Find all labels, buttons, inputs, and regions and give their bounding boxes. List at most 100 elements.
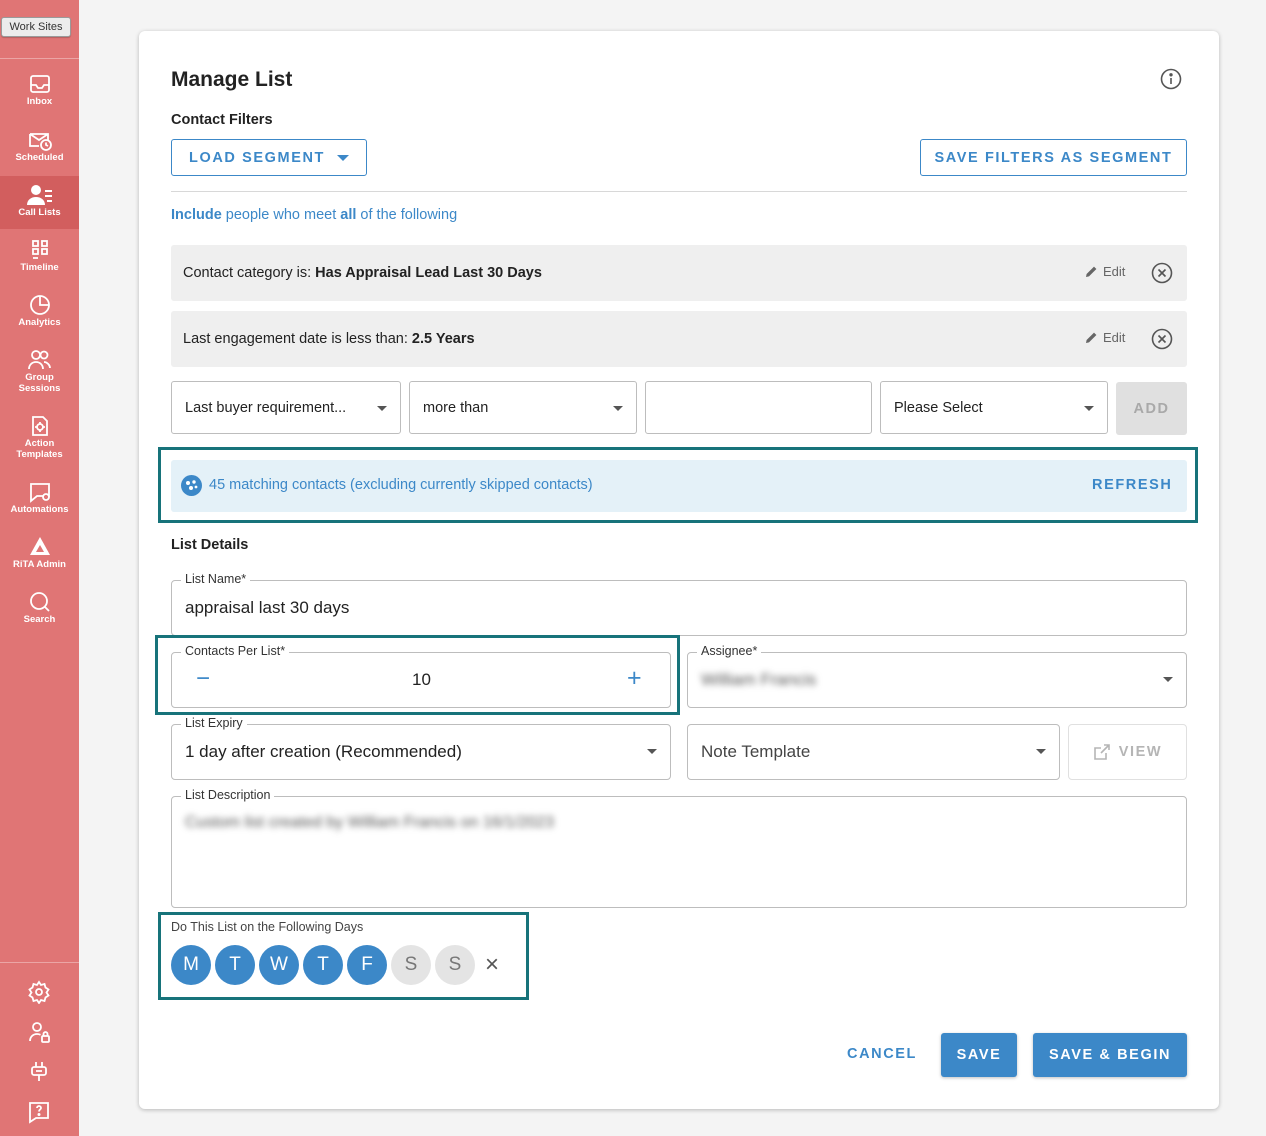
include-text: people who meet bbox=[225, 207, 337, 223]
manage-list-dialog: Manage List Contact Filters LOAD SEGMENT… bbox=[139, 31, 1219, 1109]
contacts-per-list-stepper[interactable]: Contacts Per List* − 10 + bbox=[171, 644, 671, 708]
list-name-value: appraisal last 30 days bbox=[185, 598, 350, 617]
filter-value-input[interactable] bbox=[645, 381, 872, 434]
assignee-value: William Francis bbox=[701, 670, 817, 689]
add-filter-button[interactable]: ADD bbox=[1116, 382, 1187, 435]
plug-icon[interactable] bbox=[27, 1060, 51, 1084]
sidebar-item-timeline[interactable]: Timeline bbox=[0, 238, 79, 280]
external-link-icon bbox=[1093, 744, 1110, 760]
cancel-button[interactable]: CANCEL bbox=[847, 1046, 917, 1062]
sidebar-item-automations[interactable]: Automations bbox=[0, 480, 79, 522]
save-filters-as-segment-button[interactable]: SAVE FILTERS AS SEGMENT bbox=[920, 139, 1187, 176]
list-expiry-value: 1 day after creation (Recommended) bbox=[185, 742, 462, 761]
note-template-select[interactable]: Note Template bbox=[687, 724, 1060, 780]
matching-contacts-banner: 45 matching contacts (excluding currentl… bbox=[171, 460, 1187, 512]
include-line: Include people who meet all of the follo… bbox=[171, 207, 457, 223]
list-details-heading: List Details bbox=[171, 537, 249, 553]
inbox-icon bbox=[29, 75, 50, 93]
list-name-field[interactable]: List Name* appraisal last 30 days bbox=[171, 572, 1187, 636]
assignee-select[interactable]: Assignee* William Francis bbox=[687, 644, 1187, 708]
filter-operator-value: more than bbox=[423, 399, 489, 416]
day-toggle-friday[interactable]: F bbox=[347, 945, 387, 985]
sidebar-item-action-templates[interactable]: Action Templates bbox=[0, 414, 79, 464]
decrement-button[interactable]: − bbox=[196, 665, 210, 693]
day-toggle-monday[interactable]: M bbox=[171, 945, 211, 985]
save-button[interactable]: SAVE bbox=[941, 1033, 1017, 1077]
dropdown-arrow-icon bbox=[613, 406, 623, 411]
filter-operator-select[interactable]: more than bbox=[409, 381, 637, 434]
day-toggle-wednesday[interactable]: W bbox=[259, 945, 299, 985]
contacts-group-icon bbox=[181, 475, 202, 496]
filter-unit-select[interactable]: Please Select bbox=[880, 381, 1108, 434]
include-text-end: of the following bbox=[360, 207, 458, 223]
edit-label: Edit bbox=[1103, 330, 1126, 345]
list-description-label: List Description bbox=[181, 788, 275, 802]
action-templates-icon bbox=[31, 416, 48, 436]
call-lists-icon bbox=[26, 185, 52, 205]
list-name-label: List Name* bbox=[181, 572, 251, 586]
help-icon[interactable] bbox=[27, 1100, 51, 1124]
sidebar-item-analytics[interactable]: Analytics bbox=[0, 293, 79, 335]
remove-filter-icon[interactable] bbox=[1151, 328, 1173, 350]
days-label: Do This List on the Following Days bbox=[171, 920, 364, 934]
sidebar-item-label: Timeline bbox=[20, 262, 59, 273]
timeline-icon bbox=[31, 240, 48, 259]
contacts-per-list-value: 10 bbox=[412, 670, 431, 689]
list-description-field[interactable]: List Description Custom list created by … bbox=[171, 788, 1187, 908]
sidebar: Work Sites Inbox Scheduled Call Lists Ti… bbox=[0, 0, 79, 1136]
clear-days-button[interactable]: × bbox=[485, 951, 499, 979]
day-toggle-tuesday[interactable]: T bbox=[215, 945, 255, 985]
settings-icon[interactable] bbox=[27, 980, 51, 1004]
contact-filters-heading: Contact Filters bbox=[171, 112, 273, 128]
note-template-placeholder: Note Template bbox=[701, 742, 811, 761]
dropdown-arrow-icon bbox=[1036, 749, 1046, 754]
filter-prefix: Contact category is: bbox=[183, 265, 312, 281]
sidebar-item-inbox[interactable]: Inbox bbox=[0, 72, 79, 114]
remove-filter-icon[interactable] bbox=[1151, 262, 1173, 284]
edit-filter-button[interactable]: Edit bbox=[1085, 330, 1125, 345]
sidebar-item-group-sessions[interactable]: Group Sessions bbox=[0, 348, 79, 398]
sidebar-item-label: Automations bbox=[10, 504, 69, 515]
day-toggle-sunday[interactable]: S bbox=[435, 945, 475, 985]
sidebar-divider bbox=[0, 962, 79, 963]
divider bbox=[171, 191, 1187, 192]
work-sites-button[interactable]: Work Sites bbox=[1, 17, 71, 37]
load-segment-button[interactable]: LOAD SEGMENT bbox=[171, 139, 367, 176]
user-lock-icon[interactable] bbox=[27, 1020, 51, 1044]
save-filters-label: SAVE FILTERS AS SEGMENT bbox=[934, 149, 1173, 166]
filter-value: Has Appraisal Lead Last 30 Days bbox=[315, 265, 542, 281]
edit-filter-button[interactable]: Edit bbox=[1085, 264, 1125, 279]
filter-value: 2.5 Years bbox=[411, 331, 475, 347]
save-and-begin-button[interactable]: SAVE & BEGIN bbox=[1033, 1033, 1187, 1077]
info-icon[interactable] bbox=[1160, 68, 1182, 90]
group-sessions-icon bbox=[27, 350, 51, 370]
sidebar-item-call-lists[interactable]: Call Lists bbox=[0, 176, 79, 229]
all-word: all bbox=[340, 207, 357, 223]
filter-field-select[interactable]: Last buyer requirement... bbox=[171, 381, 401, 434]
dropdown-arrow-icon bbox=[377, 406, 387, 411]
sidebar-divider bbox=[0, 58, 79, 59]
view-template-button[interactable]: VIEW bbox=[1068, 724, 1187, 780]
filter-unit-value: Please Select bbox=[894, 399, 983, 416]
sidebar-item-scheduled[interactable]: Scheduled bbox=[0, 128, 79, 170]
load-segment-label: LOAD SEGMENT bbox=[188, 149, 325, 166]
dropdown-arrow-icon bbox=[1163, 677, 1173, 682]
sidebar-item-label: Call Lists bbox=[18, 207, 61, 218]
pencil-icon bbox=[1086, 332, 1097, 343]
day-toggle-thursday[interactable]: T bbox=[303, 945, 343, 985]
sidebar-item-label: Search bbox=[23, 614, 56, 625]
increment-button[interactable]: + bbox=[627, 664, 642, 693]
page-title: Manage List bbox=[171, 68, 293, 91]
list-expiry-select[interactable]: List Expiry 1 day after creation (Recomm… bbox=[171, 716, 671, 780]
sidebar-item-search[interactable]: Search bbox=[0, 590, 79, 632]
filter-prefix: Last engagement date is less than: bbox=[183, 331, 408, 347]
analytics-icon bbox=[29, 295, 50, 315]
sidebar-item-label: Scheduled bbox=[15, 152, 64, 163]
day-toggle-saturday[interactable]: S bbox=[391, 945, 431, 985]
sidebar-item-rita-admin[interactable]: RiTA Admin bbox=[0, 535, 79, 577]
dropdown-arrow-icon bbox=[647, 749, 657, 754]
assignee-label: Assignee* bbox=[697, 644, 762, 658]
refresh-button[interactable]: REFRESH bbox=[1092, 477, 1173, 493]
automations-icon bbox=[29, 483, 50, 503]
pencil-icon bbox=[1086, 266, 1097, 277]
